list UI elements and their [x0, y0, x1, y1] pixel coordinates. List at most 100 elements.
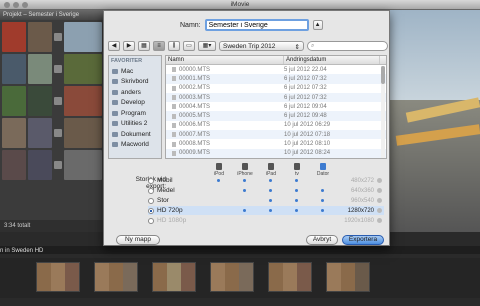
iphone-icon	[242, 163, 248, 170]
icon-view-button[interactable]: ▦	[138, 41, 150, 51]
expand-dialog-button[interactable]: ▲	[312, 20, 323, 30]
file-row[interactable]: 00008.MTS 10 jul 2012 08:10	[166, 139, 386, 148]
folder-icon	[112, 121, 118, 127]
clip-thumbnail[interactable]	[2, 54, 26, 84]
video-file-icon	[172, 85, 176, 91]
finder-sidebar: FAVORITER Mac Skrivbord anders Develop P…	[108, 55, 162, 159]
folder-label: Sweden Trip 2012	[223, 43, 276, 50]
file-list-scrollbar[interactable]	[381, 66, 385, 158]
clip-row[interactable]	[0, 148, 104, 180]
project-browser[interactable]: Projekt – Semester i Sverige 3:34 totalt	[0, 10, 104, 232]
file-row[interactable]: 00009.MTS 10 jul 2012 08:24	[166, 148, 386, 158]
clip-thumbnail[interactable]	[28, 150, 52, 180]
sidebar-item-utilities[interactable]: Utilities 2	[109, 119, 161, 130]
clip-row[interactable]	[0, 52, 104, 84]
folder-popup[interactable]: Sweden Trip 2012 ⇕	[219, 41, 304, 51]
icon-view-icon: ▦	[141, 43, 147, 49]
chevron-right-icon: ▶	[126, 43, 132, 49]
file-row[interactable]: 00003.MTS 6 jul 2012 07:32	[166, 92, 386, 103]
event-filmstrip[interactable]	[326, 262, 370, 292]
device-iphone: iPhone	[234, 163, 256, 177]
file-row[interactable]: 00005.MTS 6 jul 2012 09:48	[166, 111, 386, 121]
sidebar-item-home[interactable]: anders	[109, 87, 161, 98]
column-view-button[interactable]: ⫼	[168, 41, 180, 51]
radio-hd1080[interactable]	[148, 217, 154, 224]
event-bar	[0, 246, 480, 254]
export-resolution: 480x272	[350, 177, 374, 184]
file-row[interactable]: 00001.MTS 6 jul 2012 07:32	[166, 74, 386, 84]
info-icon[interactable]	[377, 178, 382, 183]
cancel-button[interactable]: Avbryt	[306, 235, 338, 245]
list-view-button[interactable]: ≡	[153, 41, 165, 51]
video-viewer[interactable]	[376, 10, 480, 232]
file-list-header: Namn Ändringsdatum	[166, 56, 386, 65]
clip-thumbnail[interactable]	[64, 118, 102, 148]
arrange-icon: ▦▾	[202, 43, 212, 49]
info-icon[interactable]	[377, 208, 382, 213]
info-icon[interactable]	[377, 188, 382, 193]
new-folder-button[interactable]: Ny mapp	[116, 235, 160, 245]
clip-row[interactable]	[0, 20, 104, 52]
file-row[interactable]: 00004.MTS 6 jul 2012 09:04	[166, 102, 386, 111]
video-file-icon	[172, 122, 176, 128]
export-option-medium[interactable]: Medel 640x360	[148, 186, 384, 195]
column-header-name[interactable]: Namn	[166, 56, 284, 64]
arrange-button[interactable]: ▦▾	[198, 41, 216, 51]
file-row[interactable]: 00000.MTS 5 jul 2012 22.04	[166, 65, 386, 74]
clip-thumbnail[interactable]	[28, 54, 52, 84]
sidebar-item-documents[interactable]: Dokument	[109, 129, 161, 140]
clip-thumbnail[interactable]	[2, 118, 26, 148]
event-filmstrip[interactable]	[36, 262, 80, 292]
radio-mobile[interactable]	[148, 177, 154, 184]
radio-hd720[interactable]	[148, 207, 154, 214]
chevron-left-icon: ◀	[111, 43, 117, 49]
sidebar-item-applications[interactable]: Program	[109, 108, 161, 119]
compat-dot	[269, 179, 272, 182]
info-icon[interactable]	[377, 198, 382, 203]
search-field[interactable]: ⌕	[306, 41, 388, 51]
info-icon[interactable]	[377, 218, 382, 223]
event-filmstrip[interactable]	[152, 262, 196, 292]
radio-large[interactable]	[148, 197, 154, 204]
compat-dot	[269, 199, 272, 202]
clip-thumbnail[interactable]	[64, 86, 102, 116]
file-row[interactable]: 00002.MTS 6 jul 2012 07:32	[166, 84, 386, 93]
column-header-date[interactable]: Ändringsdatum	[284, 56, 380, 64]
file-row[interactable]: 00007.MTS 10 jul 2012 07:18	[166, 130, 386, 140]
export-option-mobile[interactable]: Mobil 480x272	[148, 176, 384, 185]
scrollbar-thumb[interactable]	[381, 66, 385, 84]
sidebar-item-mac[interactable]: Mac	[109, 66, 161, 77]
back-button[interactable]: ◀	[108, 41, 120, 51]
coverflow-view-button[interactable]: ▭	[183, 41, 195, 51]
radio-medium[interactable]	[148, 187, 154, 194]
sidebar-item-macworld[interactable]: Macworld	[109, 140, 161, 151]
export-button[interactable]: Exportera	[342, 235, 384, 245]
documents-icon	[112, 131, 118, 137]
clip-thumbnail[interactable]	[64, 22, 102, 52]
sidebar-item-develop[interactable]: Develop	[109, 98, 161, 109]
device-appletv: tv	[286, 163, 308, 177]
sidebar-item-desktop[interactable]: Skrivbord	[109, 77, 161, 88]
clip-thumbnail[interactable]	[28, 118, 52, 148]
event-filmstrip[interactable]	[94, 262, 138, 292]
forward-button[interactable]: ▶	[123, 41, 135, 51]
clip-thumbnail[interactable]	[28, 86, 52, 116]
export-option-large[interactable]: Stor 960x540	[148, 196, 384, 205]
clip-thumbnail[interactable]	[2, 22, 26, 52]
clip-icon	[54, 129, 62, 137]
clip-thumbnail[interactable]	[2, 86, 26, 116]
window-titlebar: iMovie	[0, 0, 480, 10]
clip-thumbnail[interactable]	[28, 22, 52, 52]
filename-input[interactable]	[204, 19, 309, 31]
export-option-hd1080[interactable]: HD 1080p 1920x1080	[148, 216, 384, 225]
clip-row[interactable]	[0, 84, 104, 116]
clip-thumbnail[interactable]	[64, 150, 102, 180]
event-filmstrip[interactable]	[268, 262, 312, 292]
computer-icon	[112, 68, 118, 74]
clip-row[interactable]	[0, 116, 104, 148]
export-option-hd720[interactable]: HD 720p 1280x720	[148, 206, 384, 215]
clip-thumbnail[interactable]	[64, 54, 102, 84]
clip-thumbnail[interactable]	[2, 150, 26, 180]
event-filmstrip[interactable]	[210, 262, 254, 292]
file-row[interactable]: 00006.MTS 10 jul 2012 06:29	[166, 121, 386, 130]
